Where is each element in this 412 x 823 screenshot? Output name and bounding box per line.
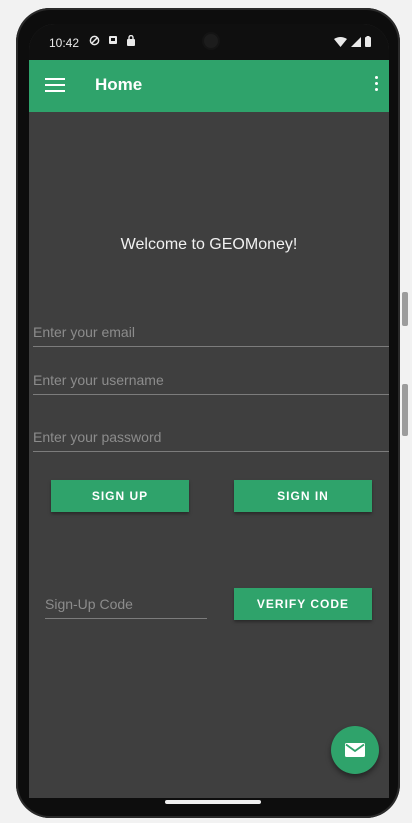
front-camera	[204, 34, 218, 48]
username-field[interactable]	[33, 366, 389, 395]
signal-icon	[351, 36, 361, 47]
verify-code-button[interactable]: VERIFY CODE	[234, 588, 372, 620]
mail-fab-button[interactable]	[331, 726, 379, 774]
power-button	[402, 384, 408, 436]
sign-up-button[interactable]: SIGN UP	[51, 480, 189, 512]
volume-button	[402, 292, 408, 326]
lock-icon	[127, 35, 135, 46]
welcome-heading: Welcome to GEOMoney!	[120, 236, 298, 253]
kebab-menu-icon[interactable]	[373, 76, 379, 96]
do-not-disturb-icon	[89, 35, 100, 46]
sign-up-code-field[interactable]	[45, 590, 207, 619]
status-time: 10:42	[49, 36, 80, 50]
sign-in-button[interactable]: SIGN IN	[234, 480, 372, 512]
password-field[interactable]	[33, 423, 389, 452]
status-bar: 10:42	[29, 24, 389, 60]
battery-icon	[365, 36, 371, 47]
app-title: Home	[95, 75, 143, 94]
phone-screen: 10:42 Home Welcome to GEOMoney! SIGN UP …	[29, 24, 389, 798]
wifi-icon	[334, 36, 347, 47]
app-bar: Home	[29, 60, 389, 112]
home-indicator[interactable]	[165, 800, 261, 804]
notification-icon	[109, 36, 117, 44]
mail-icon	[345, 743, 365, 757]
hamburger-menu-icon[interactable]	[45, 78, 65, 92]
email-field[interactable]	[33, 318, 389, 347]
